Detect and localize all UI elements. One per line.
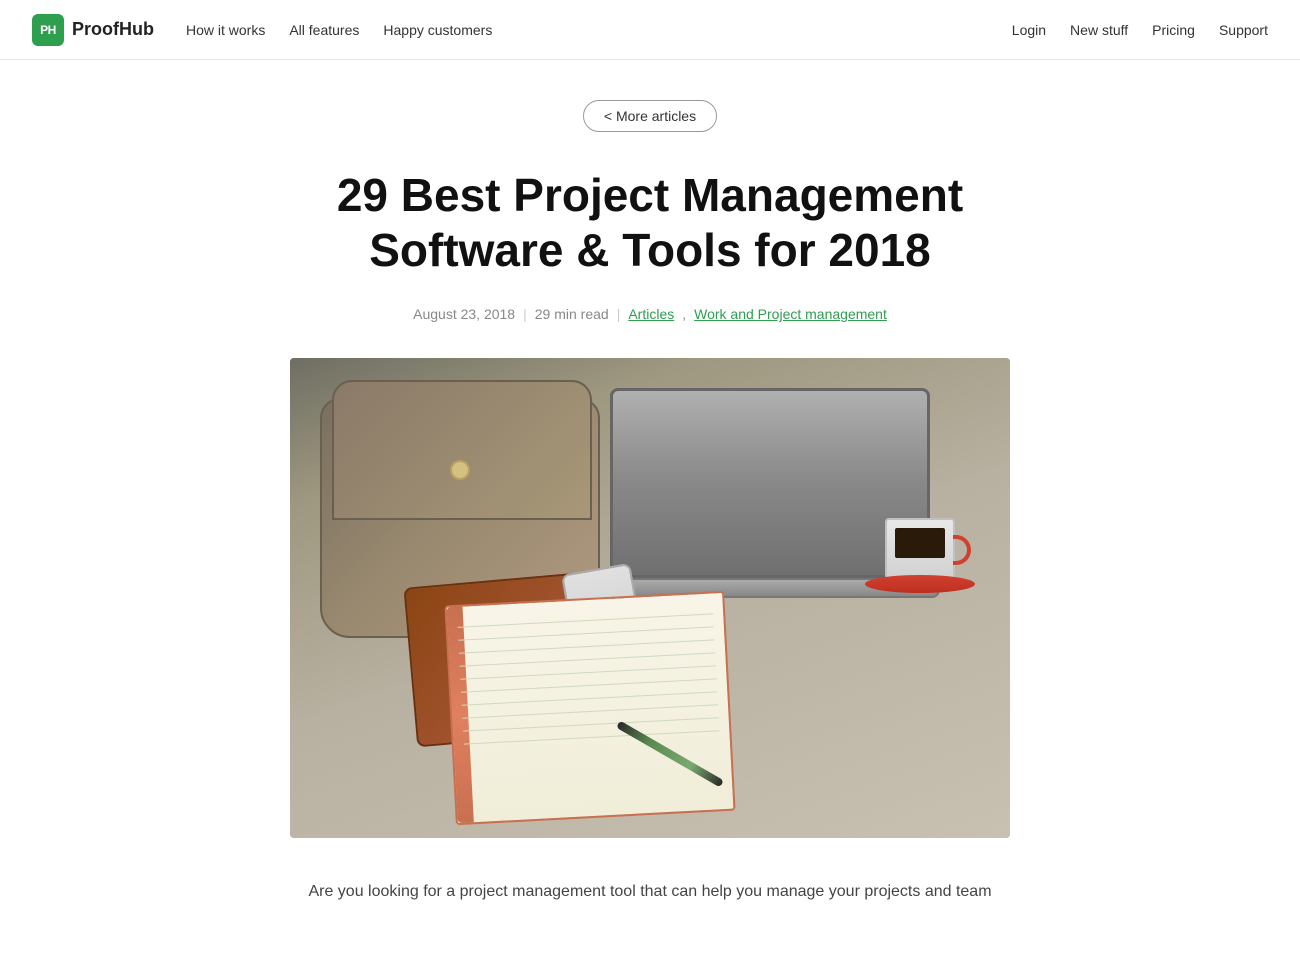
bag-flap bbox=[332, 380, 592, 520]
main-content: < More articles 29 Best Project Manageme… bbox=[200, 60, 1100, 966]
key bbox=[739, 586, 745, 590]
notebook-lines bbox=[458, 614, 723, 803]
meta-divider-1: | bbox=[523, 306, 527, 322]
logo-link[interactable]: PH ProofHub bbox=[32, 14, 154, 46]
article-meta: August 23, 2018 | 29 min read | Articles… bbox=[220, 306, 1080, 322]
notebook-line bbox=[461, 679, 717, 693]
meta-comma: , bbox=[682, 306, 686, 322]
article-read-time: 29 min read bbox=[535, 306, 609, 322]
article-category-work-project[interactable]: Work and Project management bbox=[694, 306, 887, 322]
logo-text: ProofHub bbox=[72, 19, 154, 40]
nav-left-links: How it works All features Happy customer… bbox=[186, 22, 492, 38]
nav-link-support[interactable]: Support bbox=[1219, 22, 1268, 38]
nav-link-pricing[interactable]: Pricing bbox=[1152, 22, 1195, 38]
coffee-cup bbox=[880, 518, 960, 593]
notebook-line bbox=[458, 614, 714, 628]
article-date: August 23, 2018 bbox=[413, 306, 515, 322]
article-title: 29 Best Project Management Software & To… bbox=[290, 168, 1010, 278]
nav-link-all-features[interactable]: All features bbox=[289, 22, 359, 38]
notebook-line bbox=[462, 705, 718, 719]
notebook-line bbox=[463, 718, 719, 732]
navigation: PH ProofHub How it works All features Ha… bbox=[0, 0, 1300, 60]
notebook-line bbox=[460, 666, 716, 680]
key bbox=[755, 586, 761, 590]
bag-buckle bbox=[450, 460, 470, 480]
notebook-line bbox=[464, 731, 720, 745]
logo-icon: PH bbox=[32, 14, 64, 46]
notebook-line bbox=[462, 692, 718, 706]
nav-link-happy-customers[interactable]: Happy customers bbox=[383, 22, 492, 38]
nav-link-login[interactable]: Login bbox=[1012, 22, 1046, 38]
key bbox=[787, 586, 793, 590]
notebook bbox=[444, 591, 735, 825]
saucer bbox=[865, 575, 975, 593]
key bbox=[779, 586, 785, 590]
article-image-canvas bbox=[290, 358, 1010, 838]
article-category-articles[interactable]: Articles bbox=[628, 306, 674, 322]
notebook-line bbox=[458, 627, 714, 641]
key bbox=[795, 586, 801, 590]
coffee-liquid bbox=[895, 528, 945, 558]
article-intro: Are you looking for a project management… bbox=[290, 878, 1010, 905]
notebook-line bbox=[460, 653, 716, 667]
more-articles-button[interactable]: < More articles bbox=[583, 100, 717, 132]
nav-link-new-stuff[interactable]: New stuff bbox=[1070, 22, 1128, 38]
key bbox=[747, 586, 753, 590]
nav-link-how-it-works[interactable]: How it works bbox=[186, 22, 265, 38]
notebook-line bbox=[459, 640, 715, 654]
key bbox=[763, 586, 769, 590]
meta-divider-2: | bbox=[617, 306, 621, 322]
nav-right-links: Login New stuff Pricing Support bbox=[1012, 22, 1268, 38]
key bbox=[771, 586, 777, 590]
article-hero-image bbox=[290, 358, 1010, 838]
cup bbox=[885, 518, 955, 583]
